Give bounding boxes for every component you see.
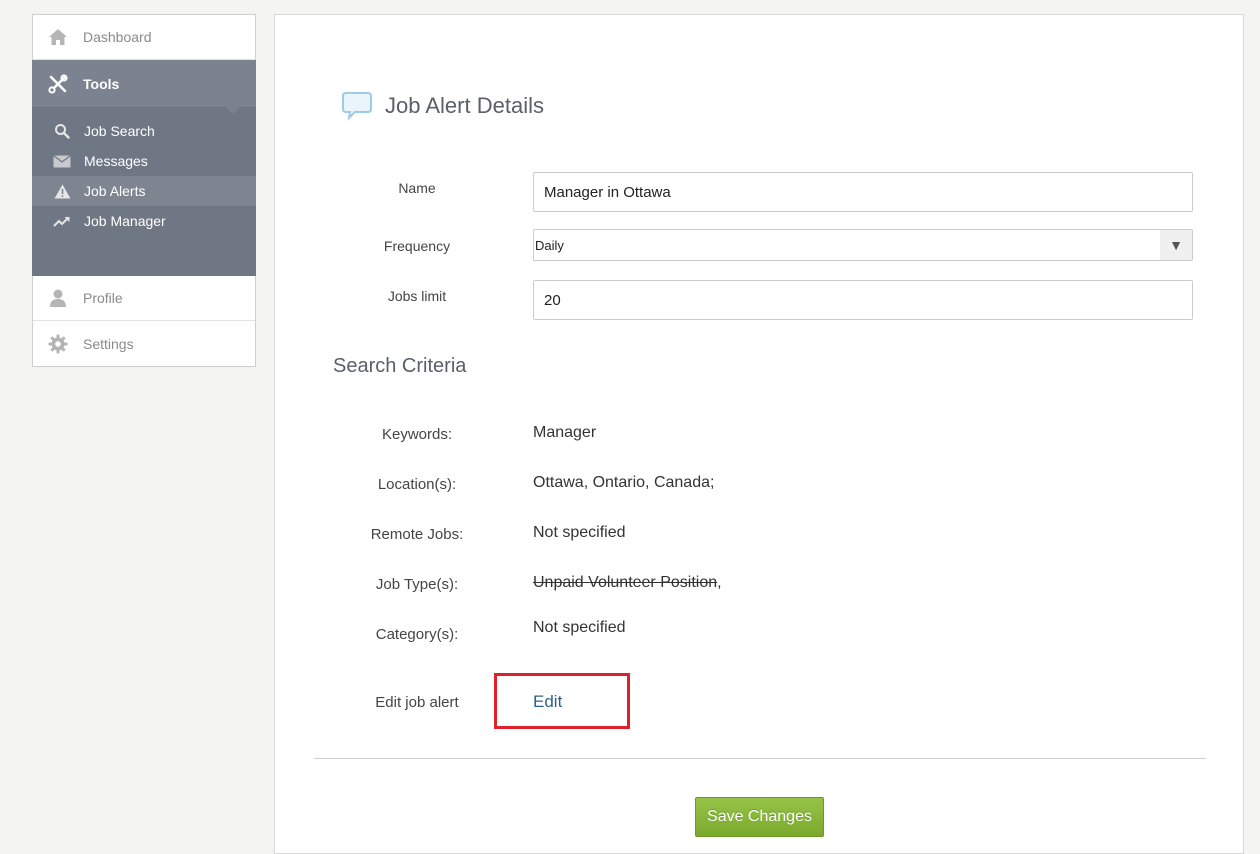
divider xyxy=(314,758,1206,759)
submenu-item-label: Job Search xyxy=(84,123,155,139)
remote-jobs-label: Remote Jobs: xyxy=(370,526,464,543)
sidebar: Dashboard Tools Job Search Messages Job … xyxy=(32,14,256,367)
sidebar-item-profile[interactable]: Profile xyxy=(33,276,255,321)
sidebar-item-label: Dashboard xyxy=(83,29,152,45)
sidebar-item-settings[interactable]: Settings xyxy=(33,321,255,366)
sidebar-item-label: Tools xyxy=(83,75,120,92)
user-icon xyxy=(47,287,69,309)
job-types-label: Job Type(s): xyxy=(375,576,459,593)
search-criteria-title: Search Criteria xyxy=(333,355,467,377)
category-value: Not specified xyxy=(533,619,626,636)
sidebar-item-label: Settings xyxy=(83,335,134,352)
category-label: Category(s): xyxy=(375,626,459,643)
frequency-selected-value: Daily xyxy=(535,237,564,253)
frequency-select[interactable]: Daily ▼ xyxy=(533,229,1193,261)
job-types-value: Unpaid Volunteer Position, xyxy=(533,574,722,592)
name-label: Name xyxy=(398,180,436,196)
frequency-label: Frequency xyxy=(383,238,451,254)
gear-icon xyxy=(47,333,69,355)
trend-up-icon xyxy=(53,212,71,230)
locations-value: Ottawa, Ontario, Canada; xyxy=(533,474,715,491)
tools-icon xyxy=(47,73,69,95)
save-changes-button[interactable]: Save Changes xyxy=(695,797,824,837)
sidebar-item-tools[interactable]: Tools xyxy=(32,60,256,114)
submenu-item-job-search[interactable]: Job Search xyxy=(32,116,256,146)
page-title: Job Alert Details xyxy=(385,93,544,118)
dropdown-arrow-icon[interactable]: ▼ xyxy=(1160,230,1192,260)
locations-label: Location(s): xyxy=(377,476,457,493)
submenu-item-label: Messages xyxy=(84,153,148,169)
submenu-item-label: Job Manager xyxy=(84,213,166,229)
page-header: Job Alert Details xyxy=(341,91,544,121)
name-input[interactable] xyxy=(533,172,1193,212)
submenu-item-job-alerts[interactable]: Job Alerts xyxy=(32,176,256,206)
submenu-item-messages[interactable]: Messages xyxy=(32,146,256,176)
keywords-value: Manager xyxy=(533,424,597,441)
remote-jobs-value: Not specified xyxy=(533,524,626,541)
sidebar-item-label: Profile xyxy=(83,290,123,306)
home-icon xyxy=(47,26,69,48)
job-type-separator: , xyxy=(717,574,722,591)
job-type-unpaid-volunteer: Unpaid Volunteer Position xyxy=(533,574,718,591)
chat-bubble-icon xyxy=(341,91,373,121)
tools-submenu: Job Search Messages Job Alerts Job Manag… xyxy=(32,107,256,276)
submenu-item-job-manager[interactable]: Job Manager xyxy=(32,206,256,236)
keywords-label: Keywords: xyxy=(381,426,453,443)
envelope-icon xyxy=(53,152,71,170)
submenu-item-label: Job Alerts xyxy=(84,183,146,199)
search-icon xyxy=(53,122,71,140)
jobs-limit-input[interactable] xyxy=(533,280,1193,320)
edit-link[interactable]: Edit xyxy=(533,692,562,712)
sidebar-item-dashboard[interactable]: Dashboard xyxy=(33,15,255,60)
job-alert-panel: Job Alert Details Name Frequency Daily ▼… xyxy=(274,14,1244,854)
warning-icon xyxy=(53,182,71,200)
edit-job-alert-label: Edit job alert xyxy=(375,694,459,711)
jobs-limit-label: Jobs limit xyxy=(387,288,447,304)
